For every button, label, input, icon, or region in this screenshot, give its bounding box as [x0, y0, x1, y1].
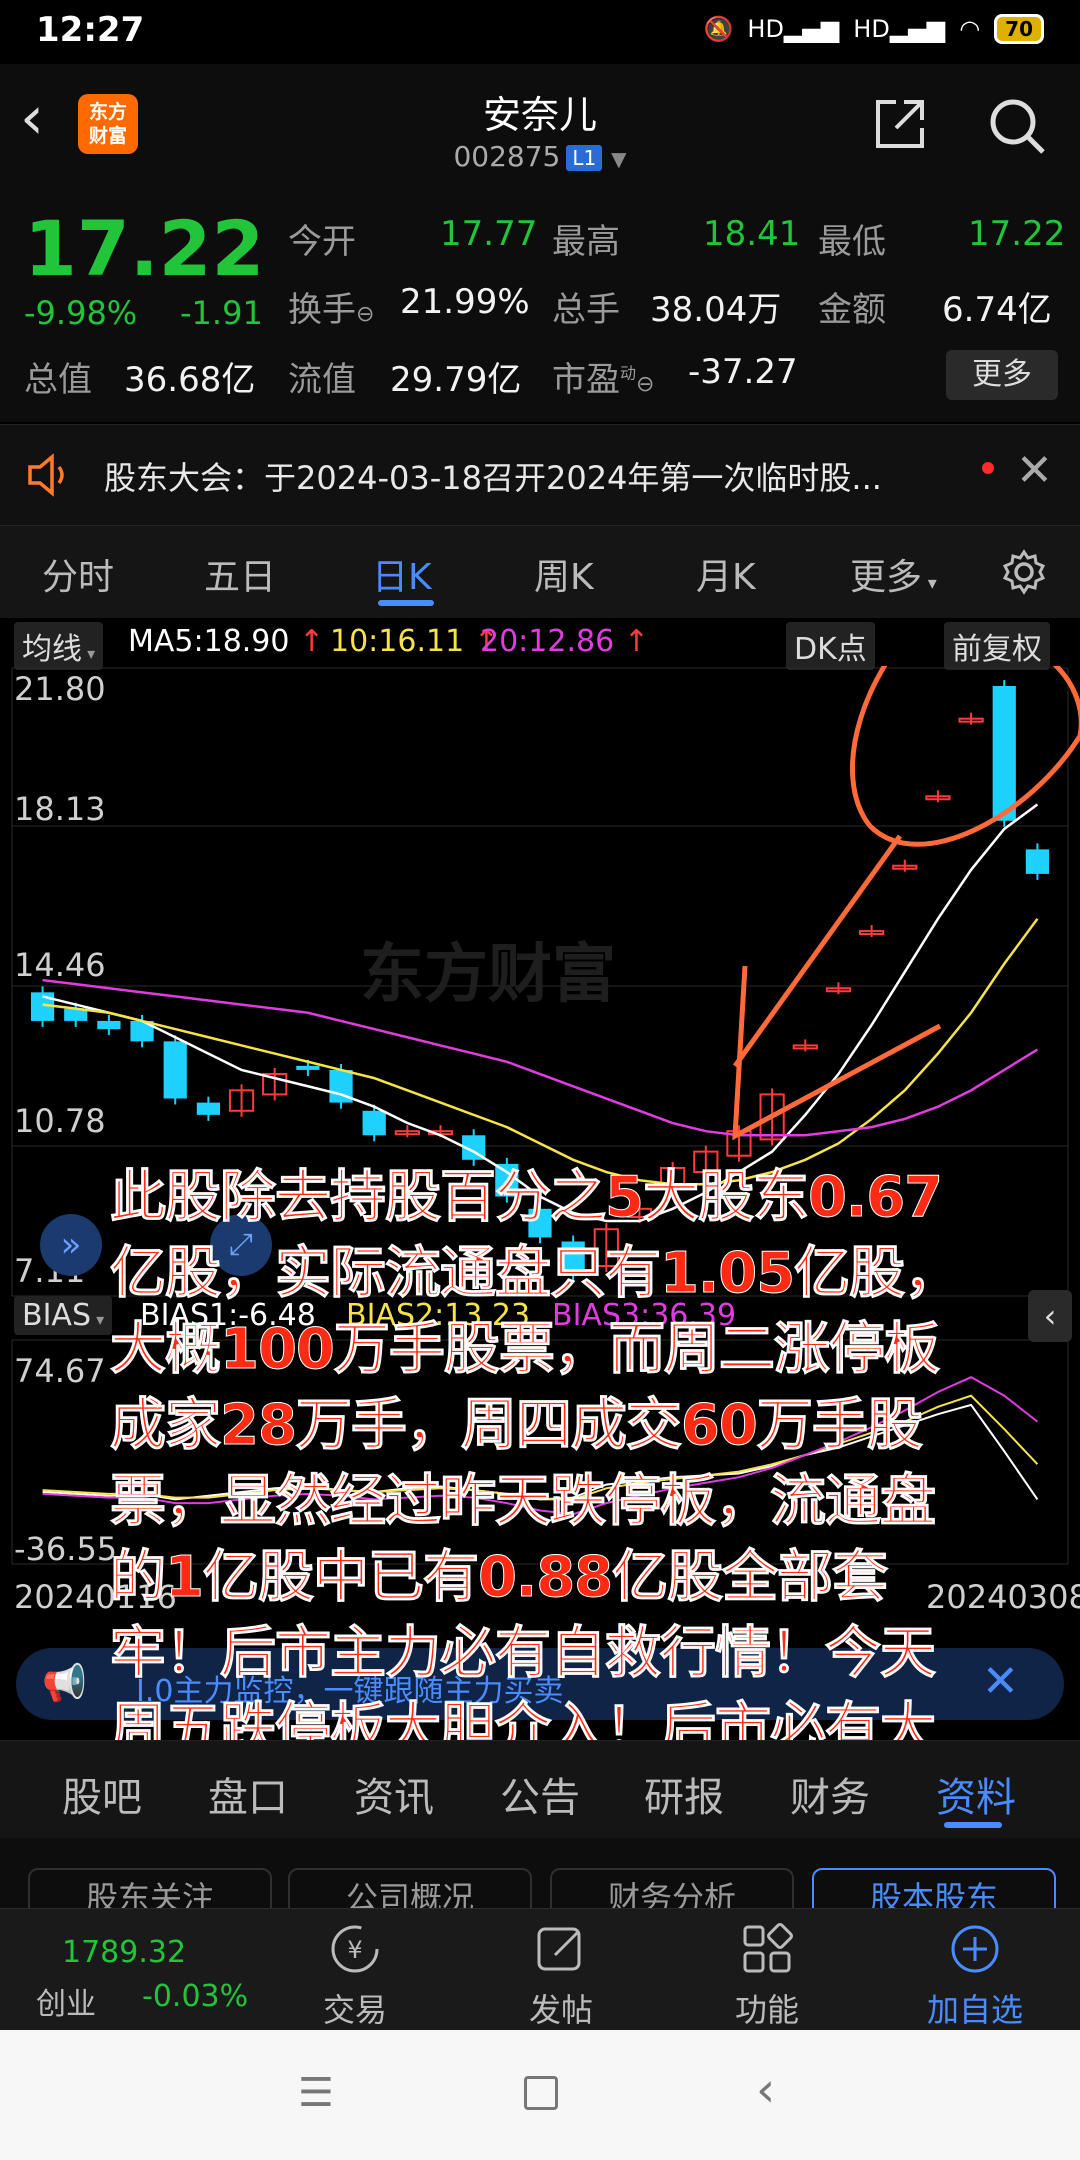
- open-label: 今开: [288, 222, 356, 262]
- volume-label: 总手: [552, 290, 620, 330]
- change-percent: -9.98%: [24, 294, 138, 332]
- price-axis-label: 14.46: [14, 946, 106, 984]
- ma-selector[interactable]: 均线 ▾: [14, 622, 104, 670]
- index-value[interactable]: 1789.32: [62, 1935, 186, 1970]
- back-nav-icon[interactable]: ‹: [756, 2062, 775, 2118]
- ma10-label: 10:16.11 ↑: [330, 624, 499, 659]
- speaker-icon: [28, 453, 64, 497]
- collapse-icon[interactable]: ‹: [1028, 1290, 1072, 1342]
- current-price: 17.22: [24, 204, 265, 293]
- expand-panel-icon[interactable]: »: [40, 1214, 102, 1276]
- active-tab-indicator: [378, 600, 434, 606]
- dropdown-icon: ▼: [611, 147, 627, 171]
- pe-value: -37.27: [688, 352, 798, 392]
- tab-news[interactable]: 资讯: [354, 1765, 434, 1823]
- nav-trade[interactable]: ¥ 交易: [280, 1921, 430, 2031]
- amount-label: 金额: [818, 290, 886, 330]
- share-icon[interactable]: [870, 94, 930, 154]
- search-icon[interactable]: [985, 94, 1049, 158]
- add-circle-icon: [951, 1925, 999, 1973]
- amount-value: 6.74亿: [942, 290, 1052, 330]
- tab-orderbook[interactable]: 盘口: [208, 1765, 288, 1823]
- tab-research[interactable]: 研报: [644, 1765, 724, 1823]
- signal-icon-2: HD▂▄▆: [853, 15, 946, 43]
- bottom-nav: 1789.32 创业 -0.03% ¥ 交易 发帖 功能 加自选: [0, 1908, 1080, 2031]
- bias-selector[interactable]: BIAS ▾: [14, 1296, 113, 1335]
- ma20-label: 20:12.86 ↑: [480, 624, 649, 659]
- tab-more[interactable]: 更多 ▾: [850, 548, 937, 600]
- close-icon[interactable]: ✕: [982, 1656, 1019, 1707]
- edit-icon: [537, 1927, 581, 1971]
- mktcap-value: 36.68亿: [124, 360, 256, 400]
- float-value: 29.79亿: [390, 360, 522, 400]
- tab-announcements[interactable]: 公告: [500, 1765, 580, 1823]
- hand-drawn-arrow-line: [732, 834, 903, 1068]
- ma-legend: 均线 ▾ MA5:18.90 ↑ 10:16.11 ↑ 20:12.86 ↑ D…: [0, 620, 1080, 670]
- tab-finance[interactable]: 财务: [790, 1765, 870, 1823]
- announcement-text: 股东大会：于2024-03-18召开2024年第一次临时股...: [104, 459, 882, 497]
- price-axis-label: 21.80: [14, 670, 106, 708]
- megaphone-icon: 📢: [42, 1663, 87, 1704]
- bias-axis-top: 74.67: [14, 1352, 106, 1390]
- gear-icon[interactable]: [1000, 548, 1048, 596]
- tab-forum[interactable]: 股吧: [62, 1765, 142, 1823]
- grid-icon: [743, 1923, 793, 1973]
- section-tabs: 股吧 盘口 资讯 公告 研报 财务 资料: [0, 1740, 1080, 1839]
- watermark: 东方财富: [360, 938, 616, 1012]
- index-change: -0.03%: [142, 1979, 249, 2014]
- volume-value: 38.04万: [650, 290, 782, 330]
- dk-button[interactable]: DK点: [786, 622, 875, 670]
- battery-icon: 70: [994, 14, 1044, 44]
- nav-functions[interactable]: 功能: [692, 1921, 842, 2031]
- tab-weekly-k[interactable]: 周K: [534, 548, 594, 600]
- tab-daily-k[interactable]: 日K: [372, 548, 432, 600]
- tab-monthly-k[interactable]: 月K: [696, 548, 756, 600]
- wifi-icon: ◠: [959, 15, 981, 43]
- hand-drawn-circle: [849, 666, 1080, 847]
- level-badge: L1: [566, 145, 603, 171]
- svg-text:¥: ¥: [347, 1936, 362, 1964]
- low-label: 最低: [818, 222, 886, 262]
- tab-profile[interactable]: 资料: [936, 1765, 1016, 1823]
- stock-header: ‹ 东方 财富 安奈儿 002875 L1 ▼: [0, 64, 1080, 191]
- chart-period-tabs: 分时 五日 日K 周K 月K 更多 ▾: [0, 526, 1080, 618]
- turnover-label[interactable]: 换手⊖: [288, 282, 374, 331]
- open-value: 17.77: [440, 214, 538, 254]
- active-section-indicator: [944, 1822, 1002, 1828]
- home-icon[interactable]: [524, 2076, 558, 2110]
- trade-icon: ¥: [331, 1925, 379, 1973]
- clock: 12:27: [36, 10, 145, 50]
- low-value: 17.22: [968, 214, 1066, 254]
- status-icons: 🔕 HD▂▄▆ HD▂▄▆ ◠ 70: [703, 14, 1044, 44]
- more-button[interactable]: 更多: [946, 350, 1058, 400]
- status-bar: 12:27 🔕 HD▂▄▆ HD▂▄▆ ◠ 70: [0, 0, 1080, 64]
- nav-post[interactable]: 发帖: [486, 1921, 636, 2031]
- price-axis-label: 18.13: [14, 790, 106, 828]
- ma5-line: [42, 803, 1039, 1223]
- turnover-value: 21.99%: [400, 282, 530, 322]
- system-nav-bar: ☰ ‹: [0, 2030, 1080, 2160]
- price-axis-label: 10.78: [14, 1102, 106, 1140]
- tab-five-day[interactable]: 五日: [204, 548, 276, 600]
- index-name: 创业: [36, 1987, 96, 2022]
- nav-add-watchlist[interactable]: 加自选: [900, 1921, 1050, 2031]
- high-value: 18.41: [703, 214, 801, 254]
- profile-sub-buttons: 股东关注 公司概况 财务分析 股本股东: [0, 1838, 1080, 1932]
- ma5-label: MA5:18.90 ↑: [128, 624, 325, 659]
- high-label: 最高: [552, 222, 620, 262]
- mute-icon: 🔕: [703, 15, 734, 43]
- change-amount: -1.91: [180, 294, 263, 332]
- menu-icon[interactable]: ☰: [298, 2070, 334, 2116]
- pe-label[interactable]: 市盈动⊖: [552, 352, 654, 401]
- adjust-button[interactable]: 前复权: [944, 622, 1050, 670]
- close-icon[interactable]: ✕: [1016, 445, 1053, 496]
- quote-panel: 17.22 -9.98% -1.91 今开 17.77 最高 18.41 最低 …: [0, 190, 1080, 422]
- unread-dot: [982, 462, 994, 474]
- signal-icon: HD▂▄▆: [747, 15, 840, 43]
- mktcap-label: 总值: [24, 360, 92, 400]
- float-label: 流值: [288, 360, 356, 400]
- announcement-bar[interactable]: 股东大会：于2024-03-18召开2024年第一次临时股... ✕: [0, 424, 1080, 526]
- bias-axis-bottom: -36.55: [14, 1530, 118, 1568]
- tab-timeshare[interactable]: 分时: [42, 548, 114, 600]
